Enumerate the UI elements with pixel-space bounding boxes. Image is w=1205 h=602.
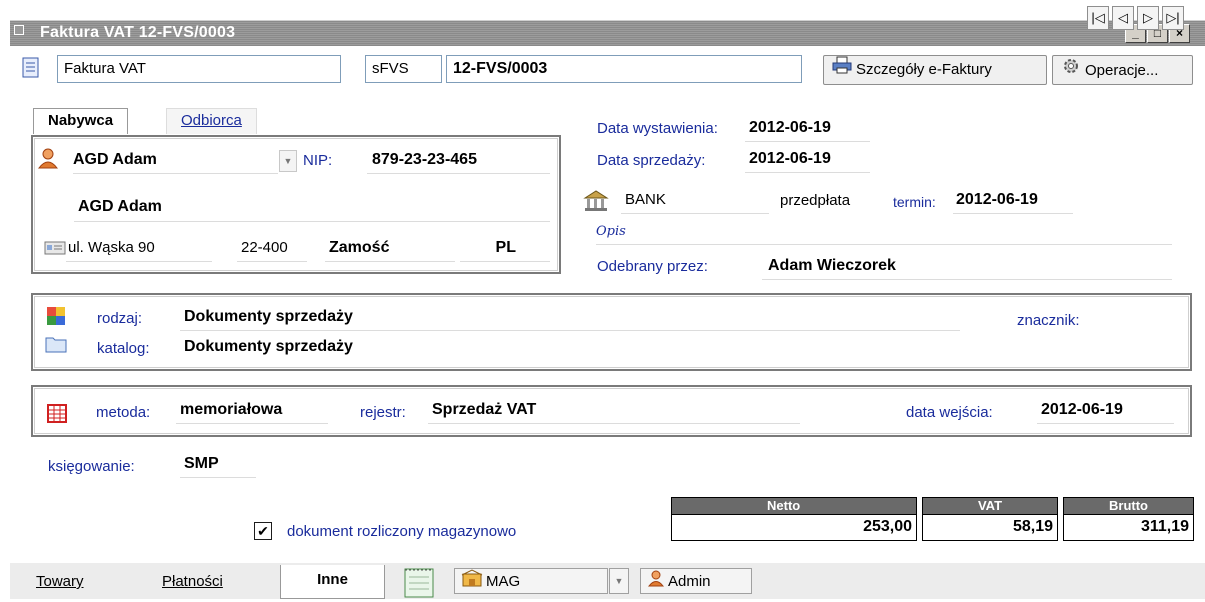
document-icon [20, 57, 42, 79]
catalog-label: katalog: [97, 340, 150, 357]
buyer-dropdown-arrow-icon[interactable]: ▼ [279, 150, 297, 172]
notepad-icon[interactable] [401, 565, 439, 598]
folder-icon [45, 334, 69, 356]
brutto-header: Brutto [1064, 498, 1193, 514]
payment-term-label: termin: [893, 194, 936, 210]
catalog-field[interactable]: Dokumenty sprzedaży [184, 338, 353, 356]
country-field[interactable]: PL [460, 236, 550, 262]
nav-last-button[interactable]: ▷| [1162, 6, 1184, 30]
payment-type-value[interactable]: przedpłata [780, 192, 850, 209]
posting-label: księgowanie: [48, 458, 135, 475]
tag-label: znacznik: [1017, 312, 1080, 329]
window-system-icon[interactable] [14, 25, 24, 35]
city-field[interactable]: Zamość [325, 236, 455, 262]
warehouse-dropdown-arrow-icon[interactable]: ▼ [609, 568, 629, 594]
operations-button[interactable]: Operacje... [1052, 55, 1193, 85]
window-title: Faktura VAT 12-FVS/0003 [40, 24, 236, 41]
payment-method-field[interactable]: BANK [621, 188, 769, 214]
netto-total-box: Netto 253,00 [671, 497, 917, 541]
kind-field[interactable]: Dokumenty sprzedaży [180, 305, 960, 331]
received-by-field[interactable]: Adam Wieczorek [762, 254, 1172, 280]
document-kind-icon [45, 305, 69, 327]
warehouse-icon [461, 569, 483, 595]
document-type-field[interactable]: Faktura VAT [57, 55, 341, 83]
series-field[interactable]: sFVS [365, 55, 442, 83]
operations-label: Operacje... [1085, 61, 1159, 79]
kind-label: rodzaj: [97, 310, 143, 327]
calendar-icon [46, 402, 68, 424]
nav-next-button[interactable]: ▷ [1137, 6, 1159, 30]
warehouse-settled-label: dokument rozliczony magazynowo [287, 523, 517, 540]
warehouse-value: MAG [486, 572, 521, 590]
tab-towary[interactable]: Towary [22, 570, 98, 596]
vat-value: 58,19 [923, 514, 1057, 538]
street-field[interactable]: ul. Wąska 90 [66, 236, 212, 262]
postal-code-field[interactable]: 22-400 [237, 236, 307, 262]
description-underline [596, 244, 1172, 245]
vat-header: VAT [923, 498, 1057, 514]
printer-icon [832, 56, 852, 84]
tab-nabywca[interactable]: Nabywca [33, 108, 129, 134]
tab-platnosci[interactable]: Płatności [148, 570, 237, 596]
issue-date-label: Data wystawienia: [597, 120, 718, 137]
efaktura-details-label: Szczegóły e-Faktury [856, 61, 992, 78]
bank-icon [583, 189, 611, 213]
nav-prev-button[interactable]: ◁ [1112, 6, 1134, 30]
entry-date-field[interactable]: 2012-06-19 [1037, 398, 1174, 424]
sale-date-field[interactable]: 2012-06-19 [745, 147, 870, 173]
payment-term-field[interactable]: 2012-06-19 [953, 188, 1073, 214]
efaktura-details-button[interactable]: Szczegóły e-Faktury [823, 55, 1047, 85]
warehouse-settled-checkbox[interactable]: ✔ [254, 522, 272, 540]
user-button[interactable]: Admin [640, 568, 752, 594]
received-by-label: Odebrany przez: [597, 258, 708, 275]
user-value: Admin [668, 572, 711, 590]
register-field[interactable]: Sprzedaż VAT [428, 398, 800, 424]
issue-date-field[interactable]: 2012-06-19 [745, 116, 870, 142]
vat-total-box: VAT 58,19 [922, 497, 1058, 541]
brutto-value: 311,19 [1064, 514, 1193, 538]
brutto-total-box: Brutto 311,19 [1063, 497, 1194, 541]
nip-field[interactable]: 879-23-23-465 [367, 148, 550, 174]
nip-label: NIP: [303, 152, 333, 169]
warehouse-select[interactable]: MAG [454, 568, 608, 594]
buyer-select-value[interactable]: AGD Adam [73, 148, 278, 174]
tab-odbiorca[interactable]: Odbiorca [166, 108, 257, 134]
netto-header: Netto [672, 498, 916, 514]
window-title-bar[interactable]: Faktura VAT 12-FVS/0003 _ □ × [10, 20, 1205, 46]
sale-date-label: Data sprzedaży: [597, 152, 706, 169]
address-card-icon [44, 240, 66, 256]
user-icon [647, 569, 665, 595]
method-label: metoda: [96, 404, 151, 421]
entry-date-label: data wejścia: [906, 404, 993, 421]
netto-value: 253,00 [672, 514, 916, 538]
tab-inne[interactable]: Inne [280, 565, 385, 599]
description-label: Opis [596, 224, 626, 239]
posting-field[interactable]: SMP [180, 452, 256, 478]
nav-first-button[interactable]: |◁ [1087, 6, 1109, 30]
document-number-field[interactable]: 12-FVS/0003 [446, 55, 802, 83]
register-label: rejestr: [360, 404, 406, 421]
method-field[interactable]: memoriałowa [176, 398, 328, 424]
buyer-full-name-field[interactable]: AGD Adam [74, 194, 550, 222]
gear-icon [1061, 56, 1081, 86]
contractor-icon [36, 146, 62, 170]
